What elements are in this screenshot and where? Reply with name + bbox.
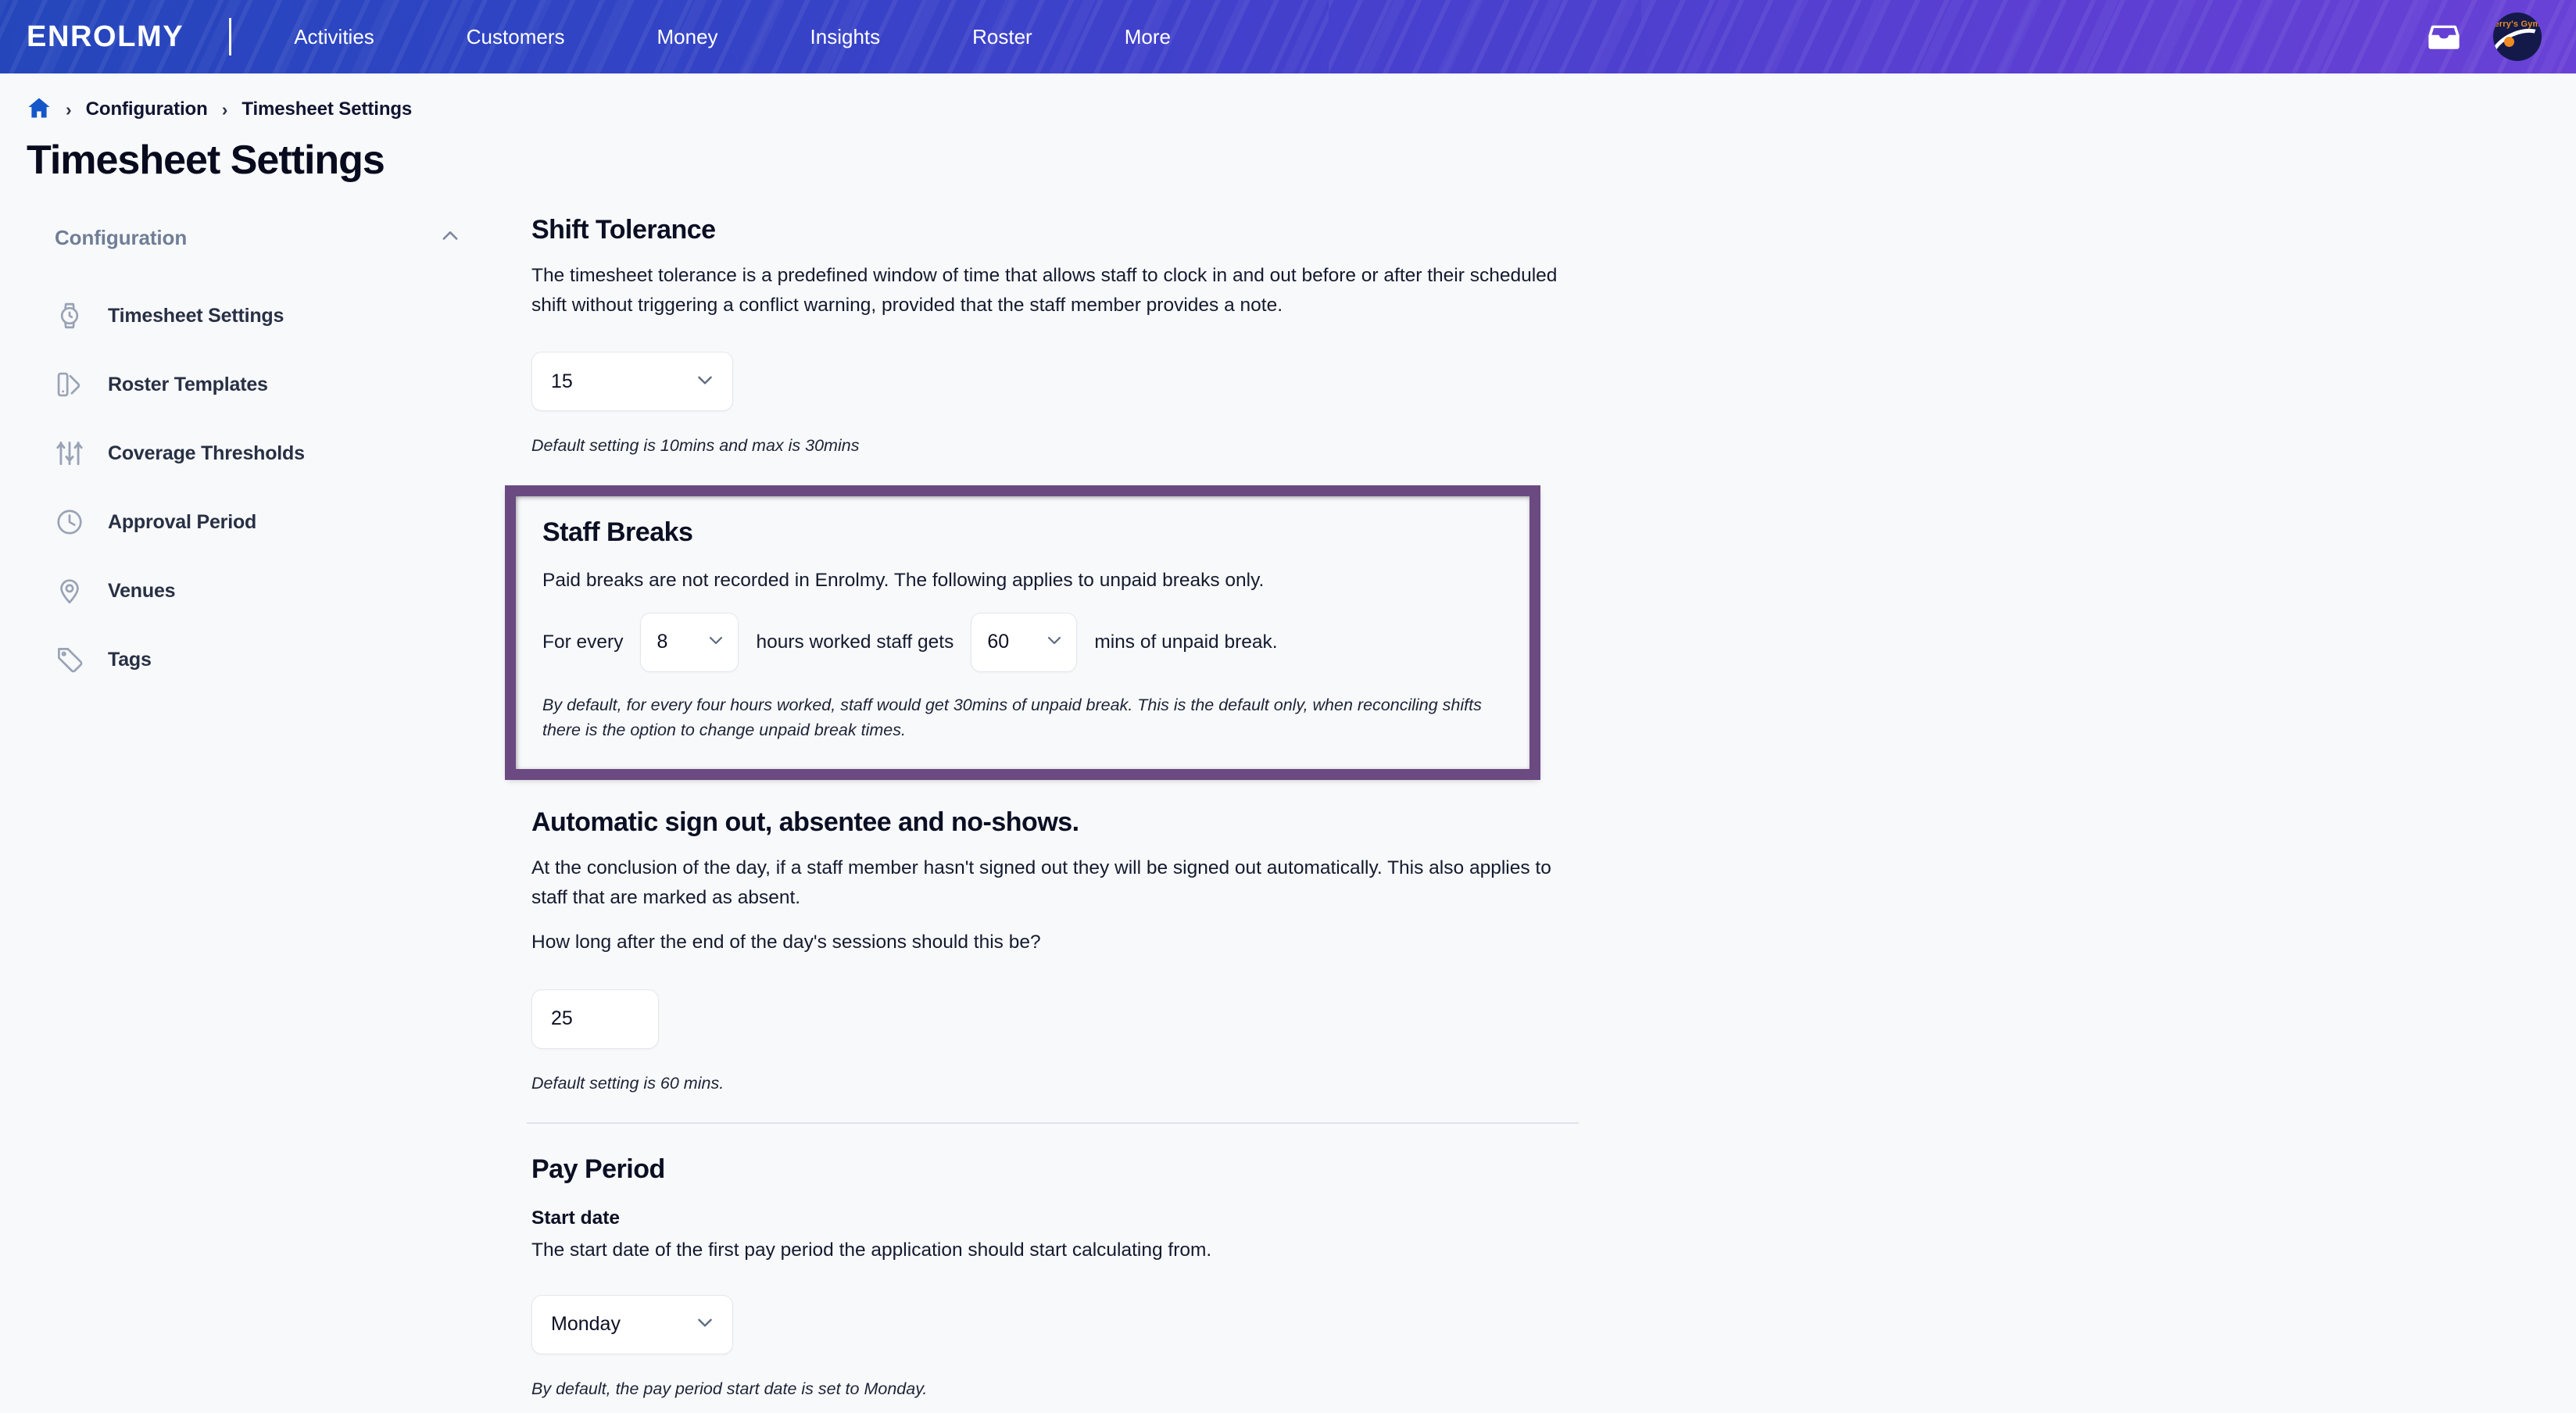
nav-item-customers[interactable]: Customers bbox=[446, 25, 585, 49]
nav-brand-area: ENROLMY bbox=[0, 18, 274, 55]
sidebar-item-label: Timesheet Settings bbox=[108, 304, 284, 327]
sidebar-item-coverage-thresholds[interactable]: Coverage Thresholds bbox=[27, 419, 527, 488]
nav-item-insights[interactable]: Insights bbox=[790, 25, 901, 49]
staff-breaks-prefix-text: For every bbox=[542, 631, 624, 653]
pay-period-hint: By default, the pay period start date is… bbox=[531, 1379, 928, 1398]
clock-icon bbox=[55, 507, 84, 537]
staff-breaks-hint: By default, for every four hours worked,… bbox=[542, 695, 1482, 739]
breadcrumb-item-configuration[interactable]: Configuration bbox=[86, 98, 208, 120]
avatar-dot bbox=[2504, 37, 2514, 47]
pay-period-subtitle: Start date bbox=[531, 1207, 621, 1229]
section-pay-period: Pay Period Start date The start date of … bbox=[527, 1154, 1583, 1401]
user-avatar[interactable]: erry's Gym bbox=[2493, 13, 2542, 61]
section-shift-tolerance: Shift Tolerance The timesheet tolerance … bbox=[527, 214, 1583, 458]
sidebar-item-timesheet-settings[interactable]: Timesheet Settings bbox=[27, 281, 527, 350]
staff-breaks-middle-text: hours worked staff gets bbox=[756, 631, 954, 653]
sidebar-item-label: Coverage Thresholds bbox=[108, 442, 305, 464]
avatar-label: erry's Gym bbox=[2494, 20, 2541, 29]
settings-sidebar: Configuration Timesheet Settings Roster … bbox=[27, 211, 527, 694]
chevron-down-icon bbox=[695, 370, 715, 394]
auto-signout-minutes-value: 25 bbox=[551, 1007, 573, 1030]
shift-tolerance-hint: Default setting is 10mins and max is 30m… bbox=[531, 436, 860, 456]
brand-divider bbox=[229, 18, 232, 55]
auto-signout-minutes-input[interactable]: 25 bbox=[531, 989, 659, 1049]
nav-item-activities[interactable]: Activities bbox=[274, 25, 395, 49]
sidebar-item-approval-period[interactable]: Approval Period bbox=[27, 488, 527, 556]
sidebar-item-label: Roster Templates bbox=[108, 373, 268, 395]
chevron-down-icon bbox=[1045, 631, 1064, 653]
breadcrumb-item-timesheet-settings: Timesheet Settings bbox=[242, 98, 413, 120]
sidebar-items: Timesheet Settings Roster Templates Cove… bbox=[27, 281, 527, 694]
staff-breaks-title: Staff Breaks bbox=[542, 517, 693, 547]
staff-breaks-mins-value: 60 bbox=[987, 631, 1010, 653]
settings-content: Shift Tolerance The timesheet tolerance … bbox=[505, 211, 1583, 1401]
inbox-icon[interactable] bbox=[2428, 23, 2460, 51]
map-pin-icon bbox=[55, 576, 84, 606]
staff-breaks-mins-select[interactable]: 60 bbox=[971, 612, 1078, 672]
section-divider bbox=[527, 1121, 1579, 1124]
enrolmy-logo[interactable]: ENROLMY bbox=[27, 22, 184, 52]
sidebar-item-label: Venues bbox=[108, 579, 176, 602]
staff-breaks-description: Paid breaks are not recorded in Enrolmy.… bbox=[542, 569, 1265, 591]
watch-icon bbox=[55, 301, 84, 331]
nav-links: Activities Customers Money Insights Rost… bbox=[274, 25, 1191, 49]
template-icon bbox=[55, 370, 84, 399]
breadcrumb: › Configuration › Timesheet Settings bbox=[27, 94, 2576, 125]
shift-tolerance-title: Shift Tolerance bbox=[531, 215, 716, 245]
nav-item-roster[interactable]: Roster bbox=[952, 25, 1053, 49]
section-staff-breaks: Staff Breaks Paid breaks are not recorde… bbox=[505, 485, 1540, 781]
home-icon[interactable] bbox=[27, 95, 52, 124]
section-automatic-sign-out: Automatic sign out, absentee and no-show… bbox=[527, 807, 1583, 1096]
staff-breaks-suffix-text: mins of unpaid break. bbox=[1094, 631, 1278, 653]
auto-signout-question: How long after the end of the day's sess… bbox=[531, 932, 1041, 953]
staff-breaks-hours-value: 8 bbox=[657, 631, 668, 653]
sidebar-item-venues[interactable]: Venues bbox=[27, 556, 527, 625]
sidebar-item-label: Tags bbox=[108, 648, 152, 671]
page-title: Timesheet Settings bbox=[27, 138, 385, 183]
auto-signout-description: At the conclusion of the day, if a staff… bbox=[531, 857, 1551, 909]
pay-period-start-day-select[interactable]: Monday bbox=[531, 1294, 733, 1354]
breadcrumb-separator-2: › bbox=[221, 98, 228, 120]
page-header: › Configuration › Timesheet Settings Tim… bbox=[0, 73, 2576, 183]
top-navigation-bar: ENROLMY Activities Customers Money Insig… bbox=[0, 0, 2576, 73]
sidebar-group-configuration[interactable]: Configuration bbox=[27, 220, 464, 255]
tag-icon bbox=[55, 645, 84, 674]
nav-item-more[interactable]: More bbox=[1104, 25, 1191, 49]
sliders-icon bbox=[55, 438, 84, 468]
sidebar-item-roster-templates[interactable]: Roster Templates bbox=[27, 350, 527, 419]
shift-tolerance-select[interactable]: 15 bbox=[531, 352, 733, 412]
shift-tolerance-select-value: 15 bbox=[551, 370, 573, 392]
chevron-up-icon[interactable] bbox=[439, 225, 461, 251]
nav-right-actions: erry's Gym bbox=[2428, 13, 2576, 61]
auto-signout-title: Automatic sign out, absentee and no-show… bbox=[531, 807, 1079, 838]
nav-item-money[interactable]: Money bbox=[636, 25, 738, 49]
page-layout: Configuration Timesheet Settings Roster … bbox=[0, 211, 2576, 1401]
sidebar-item-label: Approval Period bbox=[108, 510, 257, 533]
breadcrumb-separator-1: › bbox=[66, 98, 72, 120]
shift-tolerance-description: The timesheet tolerance is a predefined … bbox=[531, 265, 1558, 317]
staff-breaks-hours-select[interactable]: 8 bbox=[640, 612, 739, 672]
sidebar-group-label: Configuration bbox=[55, 225, 188, 249]
sidebar-item-tags[interactable]: Tags bbox=[27, 625, 527, 694]
pay-period-title: Pay Period bbox=[531, 1154, 665, 1184]
chevron-down-icon bbox=[695, 1312, 715, 1336]
pay-period-description: The start date of the first pay period t… bbox=[531, 1239, 1212, 1261]
chevron-down-icon bbox=[707, 631, 725, 653]
pay-period-start-day-value: Monday bbox=[551, 1313, 621, 1336]
auto-signout-hint: Default setting is 60 mins. bbox=[531, 1073, 724, 1093]
